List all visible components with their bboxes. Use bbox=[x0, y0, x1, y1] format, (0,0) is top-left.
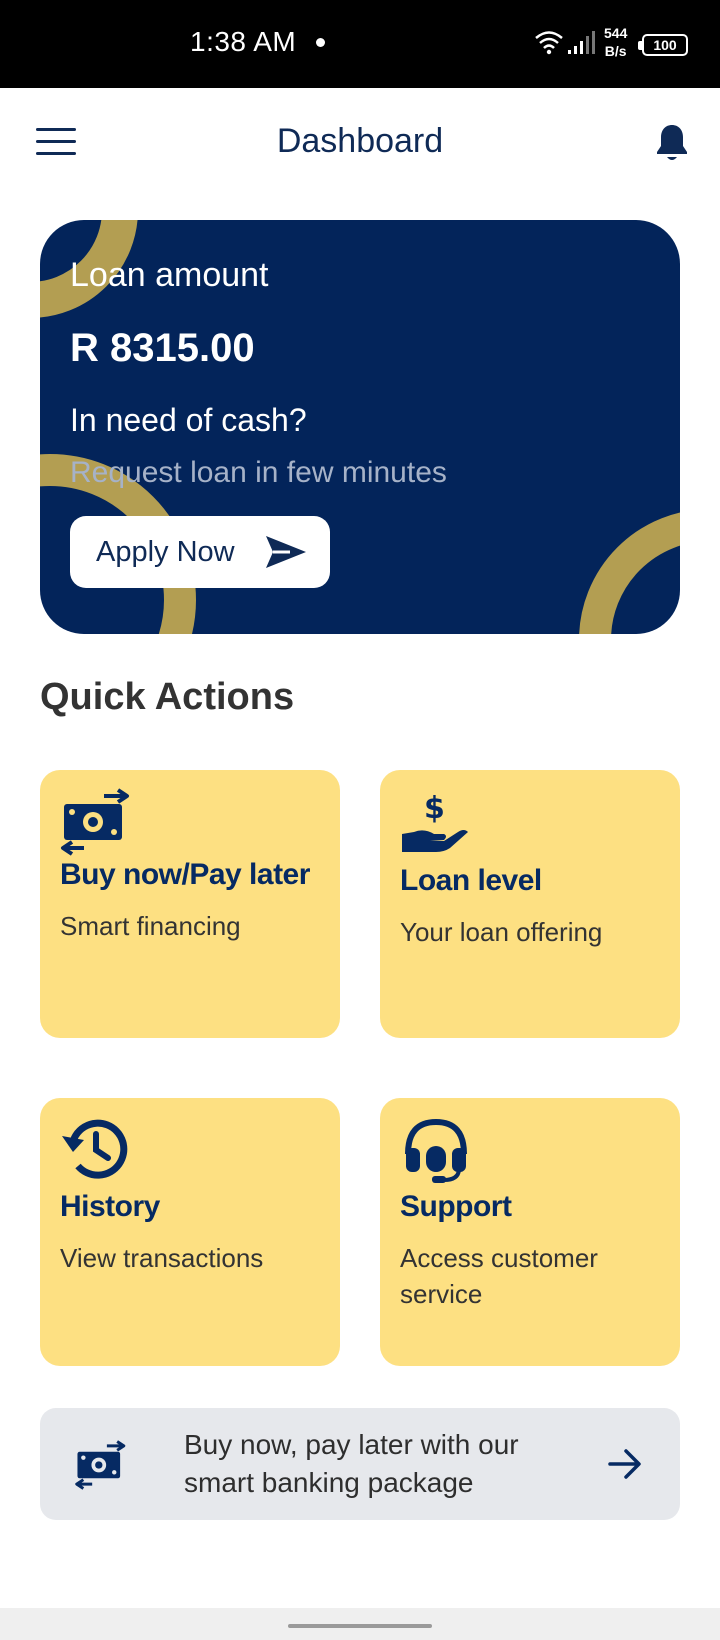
promo-text: Buy now, pay later with our smart bankin… bbox=[184, 1429, 519, 1498]
action-description: Access customer service bbox=[400, 1243, 598, 1309]
svg-text:$: $ bbox=[424, 791, 445, 826]
loan-subtitle: Request loan in few minutes bbox=[70, 456, 447, 489]
action-title: History bbox=[60, 1190, 160, 1223]
loan-prompt: In need of cash? bbox=[70, 402, 307, 438]
hand-dollar-icon: $ bbox=[402, 791, 468, 852]
wifi-icon bbox=[535, 31, 563, 55]
money-transfer-icon bbox=[75, 1440, 126, 1490]
app-header: Dashboard bbox=[0, 88, 720, 200]
battery-icon: 100 bbox=[638, 34, 688, 56]
home-indicator[interactable] bbox=[288, 1624, 432, 1628]
arrow-right-icon[interactable] bbox=[606, 1446, 644, 1482]
page-title: Dashboard bbox=[276, 122, 444, 160]
battery-level: 100 bbox=[653, 37, 677, 53]
apply-now-label: Apply Now bbox=[96, 535, 235, 568]
speed-value: 544 bbox=[604, 25, 628, 41]
action-title: Support bbox=[400, 1190, 512, 1223]
system-nav-bar bbox=[0, 1608, 720, 1640]
action-card-history[interactable]: History View transactions bbox=[40, 1098, 340, 1366]
action-card-buy-now-pay-later[interactable]: Buy now/Pay later Smart financing bbox=[40, 770, 340, 1038]
loan-card: Loan amount R 8315.00 In need of cash? R… bbox=[40, 220, 680, 634]
speed-unit: B/s bbox=[604, 43, 627, 59]
loan-label: Loan amount bbox=[70, 256, 269, 294]
notification-dot-icon bbox=[316, 38, 325, 47]
money-transfer-icon bbox=[61, 788, 129, 856]
action-description: View transactions bbox=[60, 1243, 264, 1273]
quick-actions-title: Quick Actions bbox=[40, 676, 295, 718]
loan-amount: R 8315.00 bbox=[70, 326, 255, 370]
status-bar: 1:38 AM 544 B/s 100 bbox=[0, 0, 720, 88]
action-title: Loan level bbox=[400, 864, 542, 897]
send-icon bbox=[266, 536, 306, 568]
action-title: Buy now/Pay later bbox=[60, 858, 310, 891]
action-description: Your loan offering bbox=[400, 917, 603, 947]
history-icon bbox=[62, 1119, 128, 1179]
promo-banner[interactable]: Buy now, pay later with our smart bankin… bbox=[40, 1408, 680, 1520]
apply-now-button[interactable]: Apply Now bbox=[70, 516, 330, 588]
action-description: Smart financing bbox=[60, 911, 241, 941]
status-time: 1:38 AM bbox=[190, 26, 297, 57]
bell-icon[interactable] bbox=[654, 122, 690, 164]
action-card-loan-level[interactable]: $ Loan level Your loan offering bbox=[380, 770, 680, 1038]
network-speed: 544 B/s bbox=[604, 24, 627, 60]
headset-icon bbox=[405, 1118, 467, 1183]
action-card-support[interactable]: Support Access customer service bbox=[380, 1098, 680, 1366]
signal-icon bbox=[568, 31, 595, 54]
